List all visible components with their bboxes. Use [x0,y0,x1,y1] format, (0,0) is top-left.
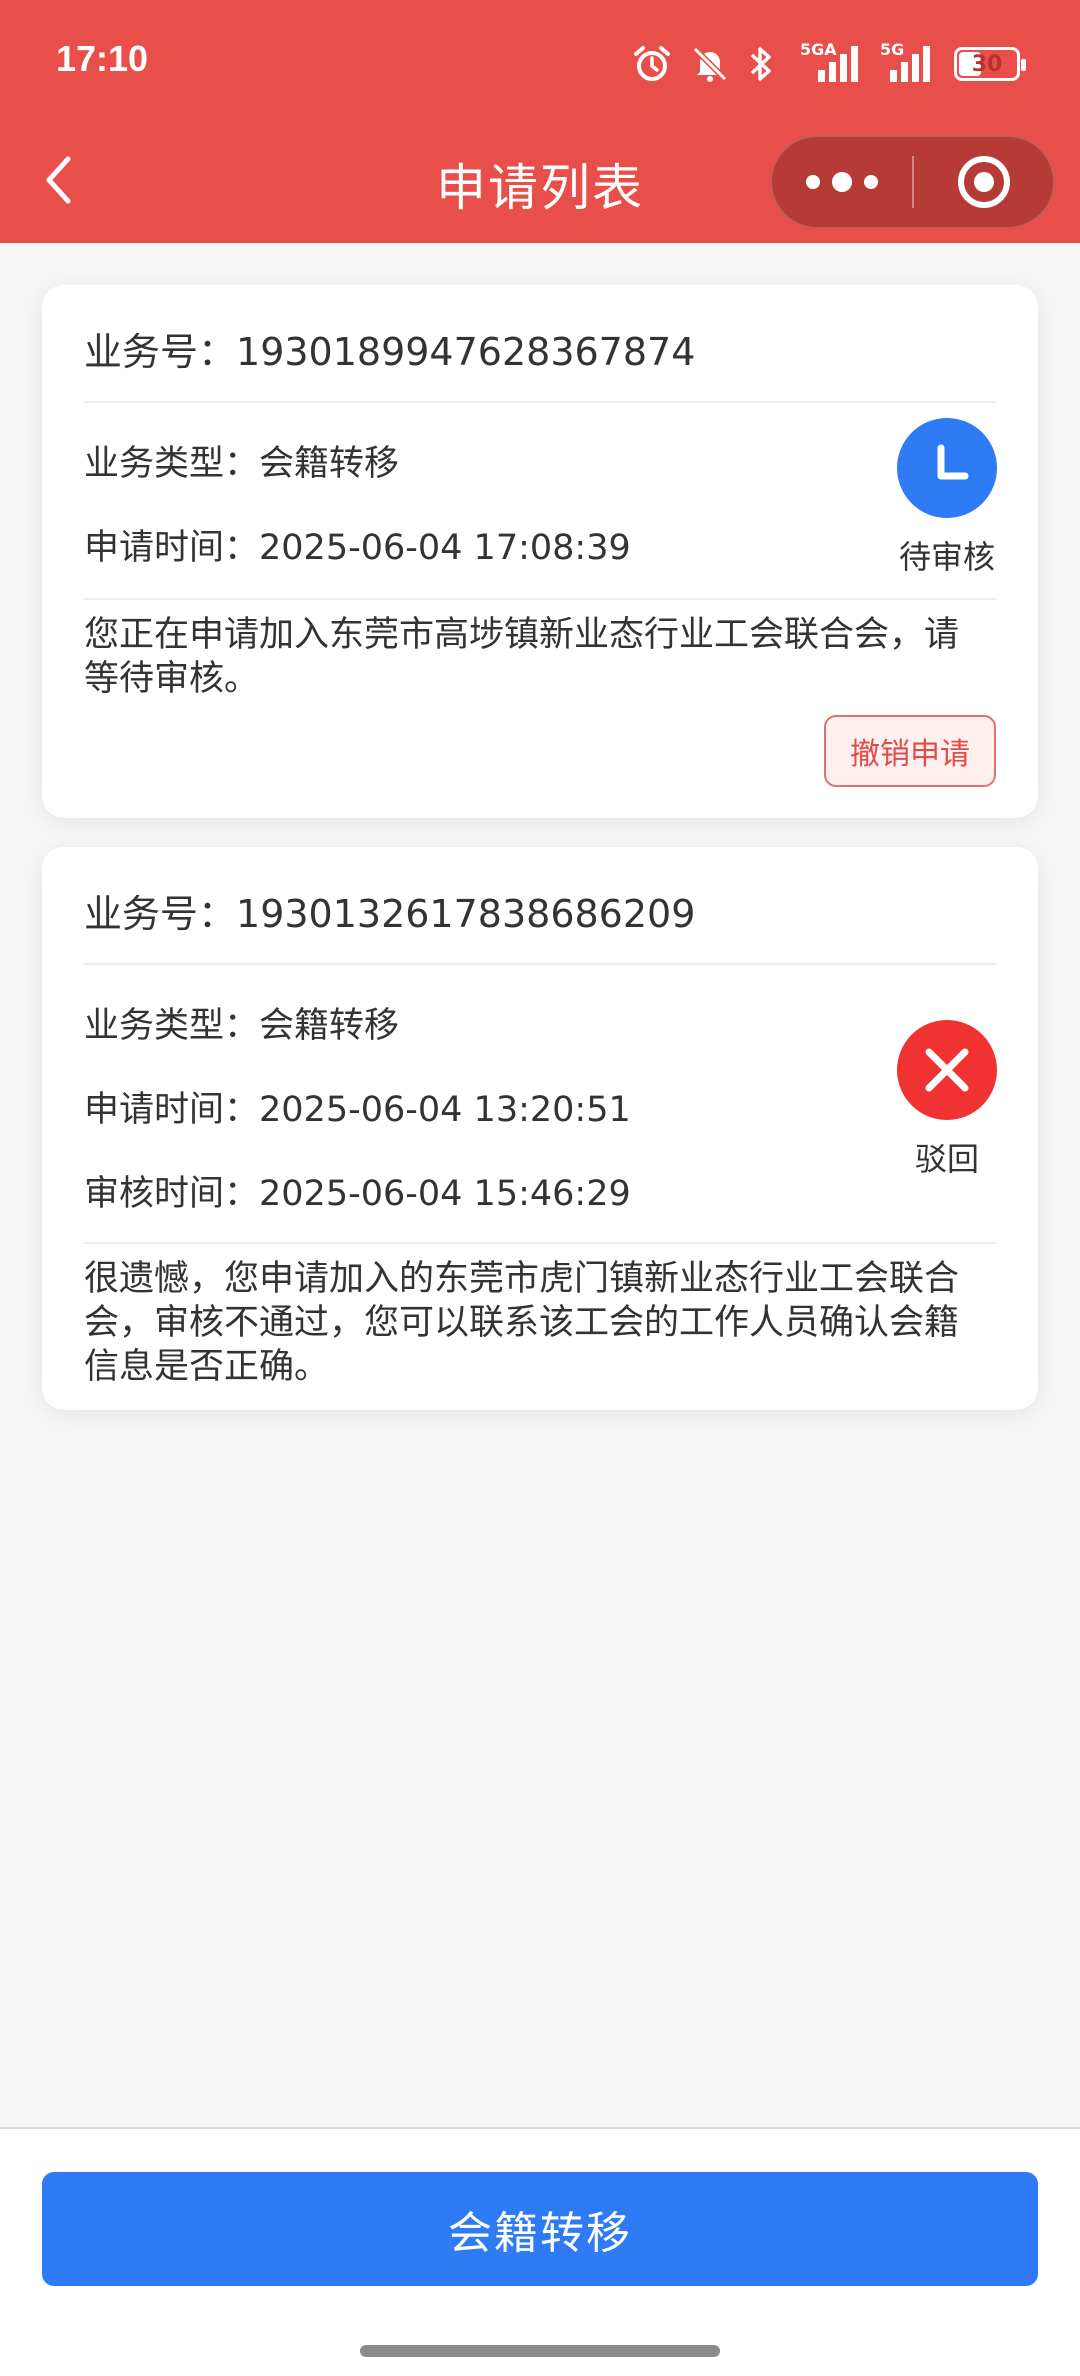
mute-icon [692,46,728,82]
status-time: 17:10 [56,38,149,79]
business-type: 业务类型：会籍转移 [84,444,400,484]
home-indicator[interactable] [360,2345,720,2357]
divider [84,1242,996,1244]
application-card: 业务号：1930189947628367874 业务类型：会籍转移 申请时间：2… [42,285,1038,818]
more-button[interactable] [772,137,912,227]
pending-status-icon [897,418,997,518]
apply-time: 申请时间：2025-06-04 13:20:51 [84,1090,631,1130]
mini-program-capsule [770,135,1055,229]
signal-5g-icon: 5G [880,40,936,84]
divider [84,598,996,600]
clock-icon [937,444,969,480]
bottom-bar: 会籍转移 [0,2127,1080,2376]
target-close-icon [957,156,1010,208]
x-icon [925,1048,969,1092]
apply-time: 申请时间：2025-06-04 17:08:39 [84,528,631,568]
more-dot-icon [832,172,852,192]
close-mini-program-button[interactable] [914,137,1053,227]
business-type: 业务类型：会籍转移 [84,1006,400,1046]
more-dot-icon [864,175,878,189]
status-message: 很遗憾，您申请加入的东莞市虎门镇新业态行业工会联合会，审核不通过，您可以联系该工… [84,1259,960,1387]
membership-transfer-button[interactable]: 会籍转移 [42,2172,1038,2286]
status-icons: 5GA 5G 30 [632,40,1026,88]
header: 17:10 5GA 5G 30 申请列表 [0,0,1080,243]
more-dot-icon [806,175,820,189]
application-card: 业务号：1930132617838686209 业务类型：会籍转移 申请时间：2… [42,847,1038,1410]
status-label: 驳回 [914,1140,979,1178]
business-number: 业务号：1930132617838686209 [84,847,996,965]
review-time: 审核时间：2025-06-04 15:46:29 [84,1174,631,1214]
signal-5ga-icon: 5GA [792,40,862,84]
battery-icon: 30 [954,47,1026,81]
bluetooth-icon [750,47,771,81]
business-number: 业务号：1930189947628367874 [84,285,996,403]
cancel-application-button[interactable]: 撤销申请 [824,715,996,787]
status-label: 待审核 [898,538,995,576]
status-message: 您正在申请加入东莞市高埗镇新业态行业工会联合会，请等待审核。 [84,615,960,699]
rejected-status-icon [897,1020,997,1120]
alarm-icon [634,46,670,81]
